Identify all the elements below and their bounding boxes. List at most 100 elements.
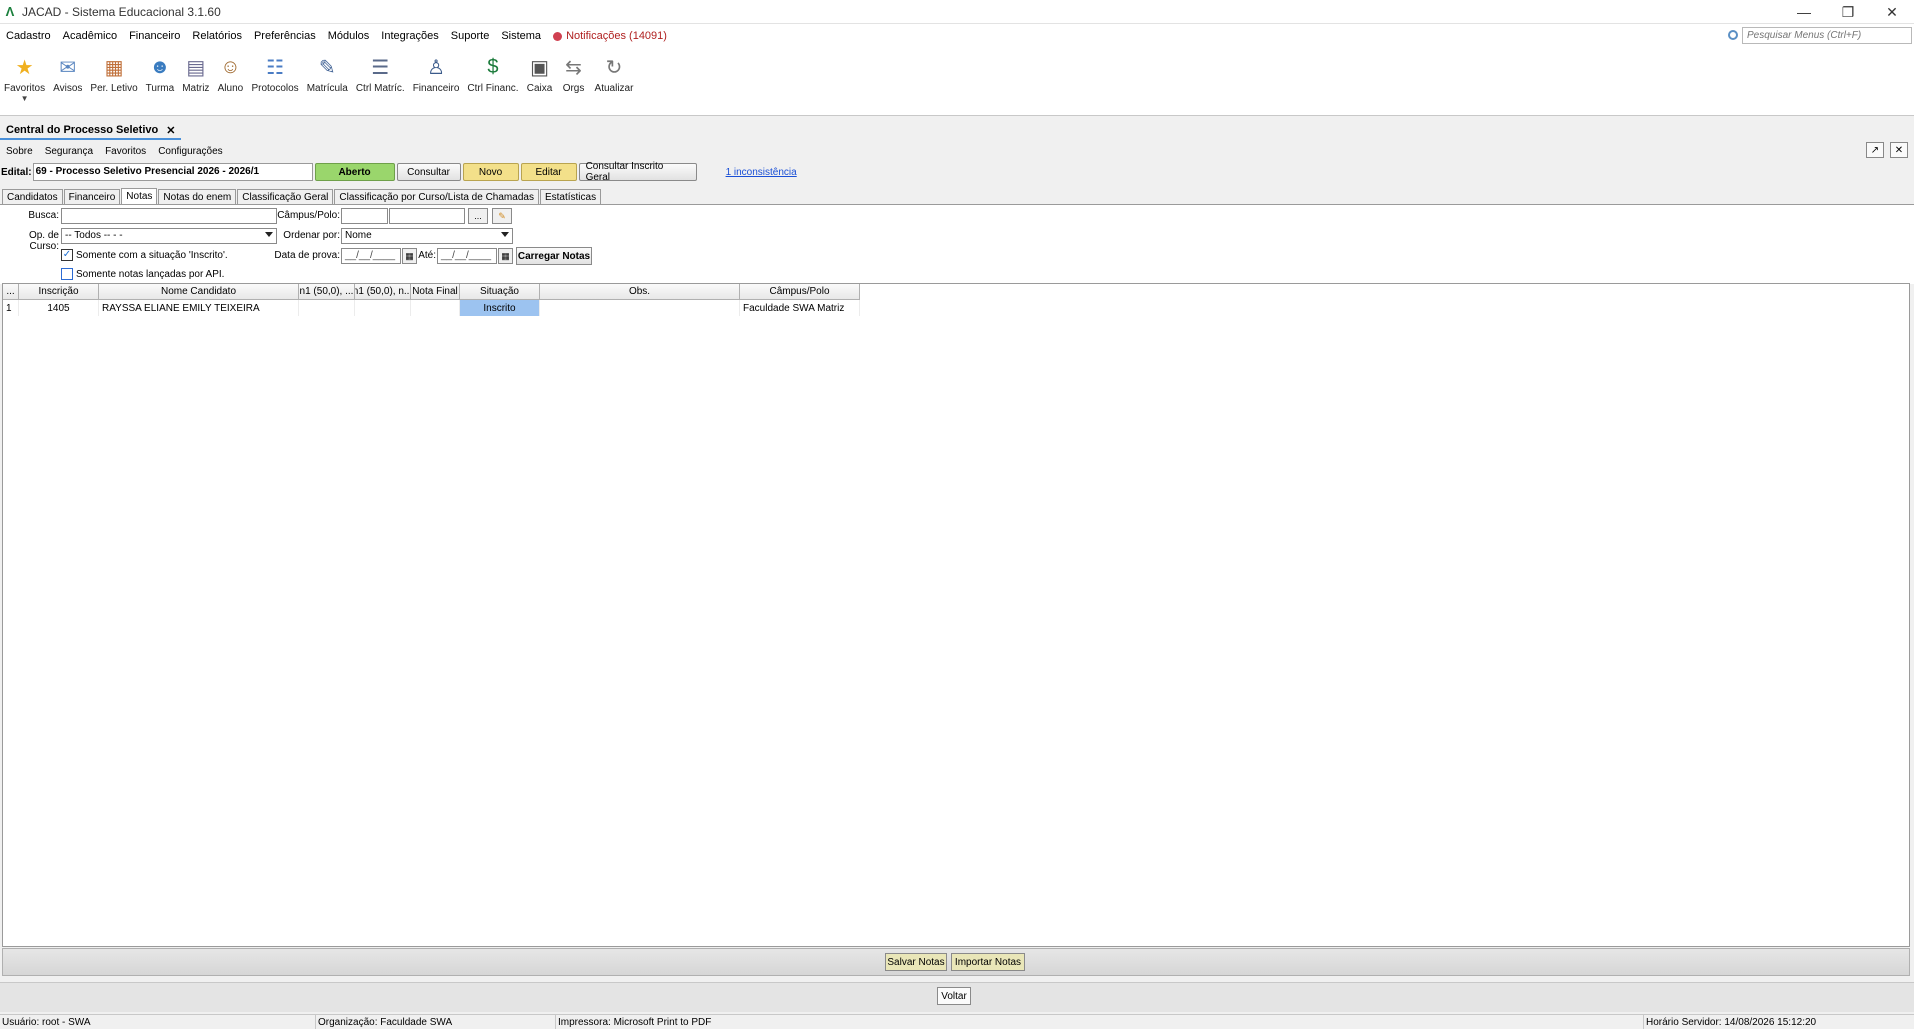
column-header[interactable]: ...: [3, 284, 19, 300]
toolbar-ctrl-matric[interactable]: ☰ Ctrl Matríc.: [355, 48, 405, 95]
column-header[interactable]: Nome Candidato: [99, 284, 299, 300]
toolbar-avisos[interactable]: ✉ Avisos: [53, 48, 82, 95]
star-icon: ★: [15, 56, 34, 79]
menu-bar: Cadastro Acadêmico Financeiro Relatórios…: [0, 24, 1914, 48]
toolbar-label: Ctrl Matríc.: [355, 83, 405, 94]
submenu-configuracoes[interactable]: Configurações: [152, 146, 228, 157]
nota-n2-cell[interactable]: [355, 300, 411, 316]
restore-icon[interactable]: ❐: [1826, 0, 1870, 24]
menu-search-input[interactable]: [1742, 27, 1912, 44]
salvar-notas-button[interactable]: Salvar Notas: [885, 953, 947, 971]
toolbar-matricula[interactable]: ✎ Matrícula: [307, 48, 348, 95]
inscrito-checkbox[interactable]: ✓: [61, 249, 73, 261]
notifications-menu[interactable]: Notificações (14091): [547, 30, 673, 42]
consultar-inscrito-button[interactable]: Consultar Inscrito Geral: [578, 161, 697, 183]
tab-classificacao-geral[interactable]: Classificação Geral: [237, 189, 334, 204]
column-header[interactable]: Inscrição: [19, 284, 99, 300]
calendar-icon[interactable]: ▦: [498, 248, 513, 264]
tab-classificacao-curso[interactable]: Classificação por Curso/Lista de Chamada…: [334, 189, 539, 204]
close-panel-icon[interactable]: ✕: [1890, 142, 1908, 158]
toolbar-atualizar[interactable]: ↻ Atualizar: [595, 48, 634, 95]
novo-button[interactable]: Novo: [462, 163, 519, 181]
nota-n1-cell[interactable]: [299, 300, 355, 316]
edital-label: Edital:: [1, 166, 32, 178]
detach-icon[interactable]: ↗: [1866, 142, 1884, 158]
toolbar-favoritos[interactable]: ★ Favoritos ▼: [4, 48, 46, 104]
carregar-notas-button[interactable]: Carregar Notas: [516, 247, 592, 265]
toolbar-label: Favoritos: [4, 83, 46, 94]
column-header[interactable]: n1 (50,0), n...: [355, 284, 411, 300]
inconsistencia-link[interactable]: 1 inconsistência: [726, 167, 797, 178]
toolbar-label: Protocolos: [251, 83, 299, 94]
edit-pencil-icon[interactable]: ✎: [492, 208, 512, 224]
menu-cadastro[interactable]: Cadastro: [0, 30, 57, 42]
submenu-seguranca[interactable]: Segurança: [39, 146, 99, 157]
close-tab-icon[interactable]: ✕: [166, 124, 175, 137]
menu-suporte[interactable]: Suporte: [445, 30, 496, 42]
column-header[interactable]: Situação: [460, 284, 540, 300]
toolbar-caixa[interactable]: ▣ Caixa: [527, 48, 553, 95]
submenu: Sobre Segurança Favoritos Configurações: [0, 143, 229, 159]
table-row[interactable]: 1 1405 RAYSSA ELIANE EMILY TEIXEIRA Insc…: [3, 300, 860, 316]
campus-label: Câmpus/Polo:: [277, 210, 340, 221]
menu-preferencias[interactable]: Preferências: [248, 30, 322, 42]
toolbar-turma[interactable]: ☻ Turma: [146, 48, 175, 95]
busca-input[interactable]: [61, 208, 277, 224]
minimize-icon[interactable]: —: [1782, 0, 1826, 24]
column-header[interactable]: n1 (50,0), ...: [299, 284, 355, 300]
api-checkbox[interactable]: [61, 268, 73, 280]
submenu-sobre[interactable]: Sobre: [0, 146, 39, 157]
toolbar-ctrl-financ[interactable]: $ Ctrl Financ.: [467, 48, 518, 95]
toolbar-orgs[interactable]: ⇆ Orgs: [561, 48, 587, 95]
data-prova-to-input[interactable]: __/__/____: [437, 248, 497, 264]
submenu-favoritos[interactable]: Favoritos: [99, 146, 152, 157]
ordenar-select[interactable]: Nome: [341, 228, 513, 244]
campus-lookup-button[interactable]: ...: [468, 208, 488, 224]
voltar-button[interactable]: Voltar: [937, 987, 971, 1005]
tab-financeiro[interactable]: Financeiro: [63, 189, 121, 204]
toolbar-matriz[interactable]: ▤ Matriz: [182, 48, 209, 95]
close-icon[interactable]: ✕: [1870, 0, 1914, 24]
grid-header: ... Inscrição Nome Candidato n1 (50,0), …: [3, 284, 860, 300]
toolbar: ★ Favoritos ▼ ✉ Avisos ▦ Per. Letivo ☻ T…: [0, 48, 1914, 116]
status-horario: Horário Servidor: 14/08/2026 15:12:20: [1646, 1017, 1817, 1028]
data-prova-from-input[interactable]: __/__/____: [341, 248, 401, 264]
toolbar-protocolos[interactable]: ☷ Protocolos: [251, 48, 299, 95]
nome-cell: RAYSSA ELIANE EMILY TEIXEIRA: [99, 300, 299, 316]
consultar-button[interactable]: Consultar: [396, 163, 461, 181]
calendar-icon[interactable]: ▦: [402, 248, 417, 264]
menu-sistema[interactable]: Sistema: [495, 30, 547, 42]
campus-code-input[interactable]: [341, 208, 388, 224]
menu-relatorios[interactable]: Relatórios: [186, 30, 248, 42]
campus-name-input[interactable]: [389, 208, 465, 224]
window-controls: — ❐ ✕: [1782, 0, 1914, 24]
column-header[interactable]: Nota Final: [411, 284, 460, 300]
tab-candidatos[interactable]: Candidatos: [2, 189, 63, 204]
situacao-cell[interactable]: Inscrito: [460, 300, 540, 316]
ate-label: Até:: [418, 250, 436, 261]
enrollment-icon: ✎: [318, 56, 336, 79]
obs-cell[interactable]: [540, 300, 740, 316]
status-usuario: Usuário: root - SWA: [0, 1015, 316, 1029]
calendar-icon: ▦: [104, 56, 124, 79]
menu-financeiro[interactable]: Financeiro: [123, 30, 186, 42]
toolbar-financeiro[interactable]: ♙ Financeiro: [413, 48, 460, 95]
menu-modulos[interactable]: Módulos: [322, 30, 376, 42]
menu-integracoes[interactable]: Integrações: [375, 30, 444, 42]
menu-academico[interactable]: Acadêmico: [57, 30, 123, 42]
arrows-icon: ⇆: [565, 56, 582, 79]
edital-field[interactable]: 69 - Processo Seletivo Presencial 2026 -…: [32, 163, 313, 181]
editar-button[interactable]: Editar: [520, 163, 577, 181]
importar-notas-button[interactable]: Importar Notas: [951, 953, 1025, 971]
tab-notas[interactable]: Notas: [121, 188, 158, 204]
tab-notas-enem[interactable]: Notas do enem: [158, 189, 237, 204]
opcurso-label: Op. de Curso:: [28, 230, 59, 252]
toolbar-per-letivo[interactable]: ▦ Per. Letivo: [90, 48, 137, 95]
column-header[interactable]: Câmpus/Polo: [740, 284, 860, 300]
toolbar-aluno[interactable]: ☺ Aluno: [217, 48, 244, 95]
column-header[interactable]: Obs.: [540, 284, 740, 300]
tab-estatisticas[interactable]: Estatísticas: [539, 189, 602, 204]
document-tab[interactable]: Central do Processo Seletivo ✕: [0, 122, 182, 140]
subtabs: Candidatos Financeiro Notas Notas do ene…: [2, 188, 602, 204]
opcurso-select[interactable]: -- Todos -- - -: [61, 228, 277, 244]
